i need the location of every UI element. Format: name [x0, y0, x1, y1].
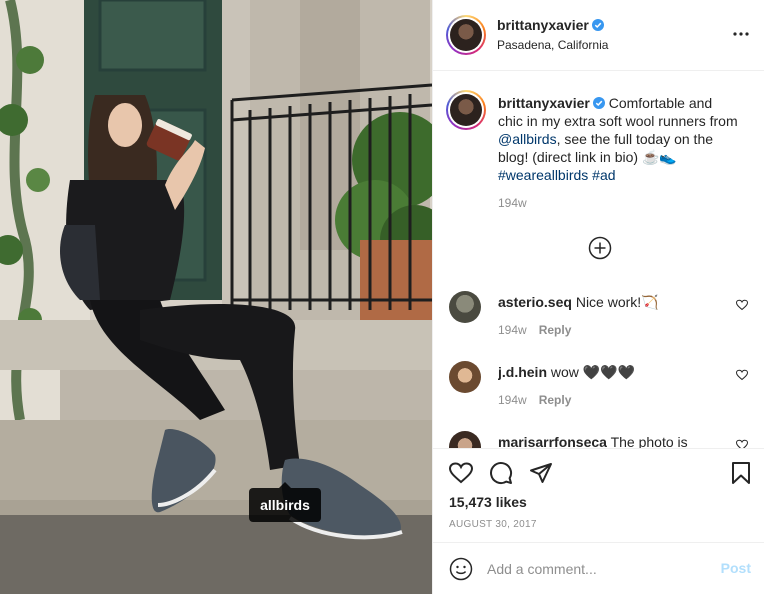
bookmark-icon[interactable] — [729, 461, 753, 485]
caption-avatar[interactable] — [446, 90, 486, 130]
emoji-icon[interactable] — [449, 557, 473, 581]
comment-body: Nice work!🏹 — [571, 294, 659, 310]
comment-username[interactable]: asterio.seq — [498, 294, 572, 310]
post-actions: 15,473 likes AUGUST 30, 2017 — [433, 448, 764, 542]
comment-meta: 194w Reply — [498, 393, 571, 407]
comment-body: The photo is — [606, 434, 688, 448]
header-username[interactable]: brittanyxavier — [497, 17, 589, 33]
comment-body: wow 🖤🖤🖤 — [547, 364, 636, 380]
comment-item: j.d.hein wow 🖤🖤🖤 194w Reply — [446, 361, 756, 421]
hashtag-link[interactable]: #ad — [592, 167, 615, 183]
caption-timestamp: 194w — [498, 196, 527, 210]
more-options-icon[interactable] — [731, 24, 751, 44]
post-photo[interactable]: allbirds — [0, 0, 432, 594]
post-button[interactable]: Post — [721, 560, 751, 576]
product-tag[interactable]: allbirds — [249, 482, 321, 522]
comment-avatar[interactable] — [449, 291, 481, 323]
comment-item: asterio.seq Nice work!🏹 194w Reply — [446, 291, 756, 351]
comment-input[interactable] — [487, 557, 707, 581]
heart-icon[interactable] — [736, 299, 748, 311]
add-comment-bar: Post — [433, 542, 764, 594]
comment-text: marisarrfonseca The photo is — [498, 433, 718, 448]
comment-item: marisarrfonseca The photo is — [446, 431, 756, 448]
comment-text: asterio.seq Nice work!🏹 — [498, 293, 718, 311]
comment-avatar[interactable] — [449, 361, 481, 393]
comment-time: 194w — [498, 323, 527, 337]
comment-avatar[interactable] — [449, 431, 481, 448]
header-username-container: brittanyxavier — [497, 17, 604, 33]
mention-link[interactable]: @allbirds — [498, 131, 557, 147]
likes-count[interactable]: 15,473 likes — [449, 494, 527, 510]
caption-text: brittanyxavier Comfortable and chic in m… — [498, 94, 738, 184]
comment-time: 194w — [498, 393, 527, 407]
reply-button[interactable]: Reply — [539, 393, 572, 407]
reply-button[interactable]: Reply — [539, 323, 572, 337]
photo-illustration — [0, 0, 432, 594]
heart-icon[interactable] — [736, 439, 748, 448]
comment-username[interactable]: j.d.hein — [498, 364, 547, 380]
comment-icon[interactable] — [489, 461, 513, 485]
post-details-panel: brittanyxavier Pasadena, California brit… — [432, 0, 764, 594]
comment-meta: 194w Reply — [498, 323, 571, 337]
heart-icon[interactable] — [736, 369, 748, 381]
hashtag-link[interactable]: #weareallbirds — [498, 167, 588, 183]
load-more-comments-icon[interactable] — [588, 236, 612, 260]
heart-icon[interactable] — [449, 461, 473, 485]
verified-badge-icon — [591, 19, 604, 31]
comment-text: j.d.hein wow 🖤🖤🖤 — [498, 363, 718, 381]
comments-section[interactable]: brittanyxavier Comfortable and chic in m… — [433, 72, 764, 448]
verified-badge-icon — [592, 97, 605, 109]
location-link[interactable]: Pasadena, California — [497, 38, 608, 52]
share-icon[interactable] — [529, 461, 553, 485]
post-header: brittanyxavier Pasadena, California — [433, 0, 764, 71]
profile-avatar[interactable] — [446, 15, 486, 55]
caption-username[interactable]: brittanyxavier — [498, 95, 590, 111]
comment-username[interactable]: marisarrfonseca — [498, 434, 607, 448]
post-date[interactable]: AUGUST 30, 2017 — [449, 519, 537, 530]
